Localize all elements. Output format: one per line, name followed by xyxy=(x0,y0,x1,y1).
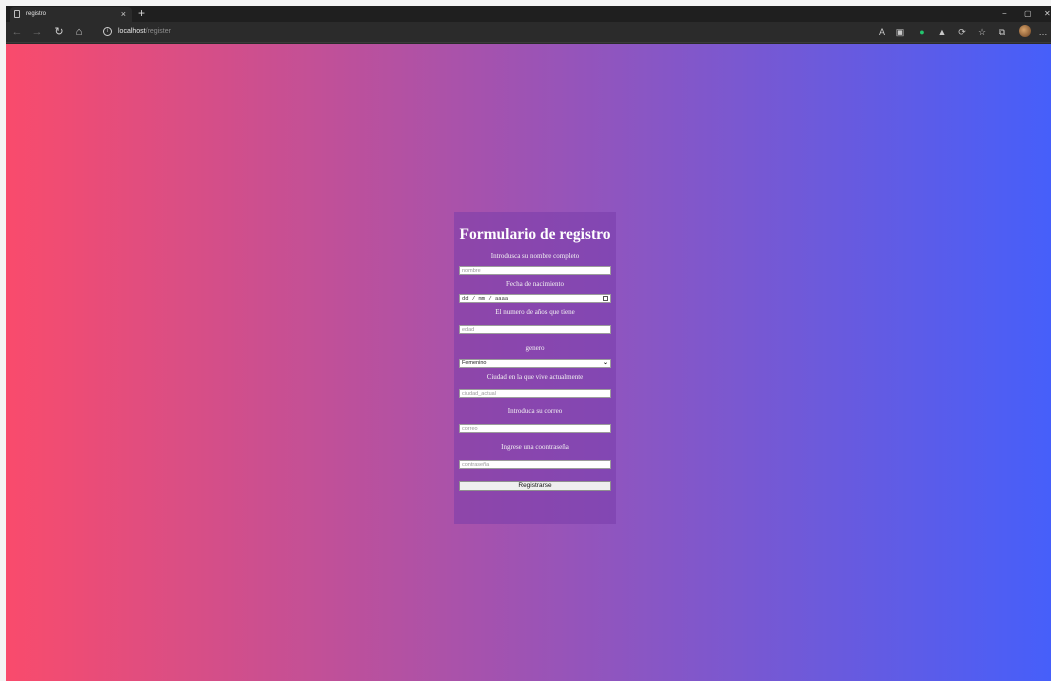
gender-select[interactable]: Femenino ⌄ xyxy=(459,359,611,368)
chevron-down-icon: ⌄ xyxy=(602,360,608,366)
tab-bar: registro × + − ▢ ✕ xyxy=(6,6,1051,22)
close-window-icon[interactable]: ✕ xyxy=(1044,6,1051,21)
minimize-icon[interactable]: − xyxy=(1002,6,1007,21)
collections-icon[interactable]: ⧉ xyxy=(996,26,1008,38)
extension-refresh-icon[interactable]: ⟳ xyxy=(956,26,968,38)
read-aloud-icon[interactable]: A xyxy=(876,26,888,38)
password-input[interactable] xyxy=(459,460,611,469)
register-button[interactable]: Registrarse xyxy=(459,481,611,491)
registration-form: Formulario de registro Introdusca su nom… xyxy=(454,212,616,524)
name-label: Introdusca su nombre completo xyxy=(490,252,580,260)
profile-avatar[interactable] xyxy=(1019,25,1031,37)
more-menu-icon[interactable]: … xyxy=(1037,26,1049,38)
url-field[interactable]: i localhost/register xyxy=(103,25,171,39)
age-input[interactable] xyxy=(459,325,611,334)
email-label: Introduca su correo xyxy=(507,407,563,415)
url-host: localhost xyxy=(118,28,146,35)
reload-icon[interactable]: ↻ xyxy=(52,25,66,39)
app-available-icon[interactable]: ▣ xyxy=(894,26,906,38)
tab-title: registro xyxy=(26,11,47,17)
site-info-icon[interactable]: i xyxy=(103,26,112,36)
gender-selected-value: Femenino xyxy=(462,360,487,366)
birth-date-input[interactable]: dd / mm / aaaa xyxy=(459,294,611,303)
name-input[interactable] xyxy=(459,266,611,275)
birth-date-placeholder: dd / mm / aaaa xyxy=(462,295,509,302)
password-label: Ingrese una coontraseña xyxy=(501,443,569,451)
city-input[interactable] xyxy=(459,389,611,398)
tab-close-icon[interactable]: × xyxy=(121,7,126,22)
forward-icon[interactable]: → xyxy=(30,25,44,39)
address-bar: ← → ↻ ⌂ i localhost/register A ▣ ● ▲ ⟳ ☆ … xyxy=(6,22,1051,43)
new-tab-icon[interactable]: + xyxy=(138,6,145,21)
age-label: El numero de años que tiene xyxy=(495,308,575,316)
city-label: Ciudad en la que vive actualmente xyxy=(486,373,584,381)
gender-label: genero xyxy=(525,344,545,352)
browser-window: registro × + − ▢ ✕ ← → ↻ ⌂ i localhost/re… xyxy=(6,6,1051,681)
email-input[interactable] xyxy=(459,424,611,433)
extension-icon[interactable]: ▲ xyxy=(936,26,948,38)
grammar-extension-icon[interactable]: ● xyxy=(916,26,928,38)
home-icon[interactable]: ⌂ xyxy=(72,25,86,39)
calendar-icon[interactable] xyxy=(603,296,608,301)
url-path: /register xyxy=(145,28,171,35)
favorites-icon[interactable]: ☆ xyxy=(976,26,988,38)
page-background: Formulario de registro Introdusca su nom… xyxy=(6,44,1051,681)
page-icon xyxy=(14,10,20,18)
birth-date-label: Fecha de nacimiento xyxy=(506,280,564,288)
form-title: Formulario de registro xyxy=(459,226,611,243)
restore-icon[interactable]: ▢ xyxy=(1024,6,1032,21)
back-icon[interactable]: ← xyxy=(10,25,24,39)
tab-registro[interactable]: registro × xyxy=(10,7,132,22)
